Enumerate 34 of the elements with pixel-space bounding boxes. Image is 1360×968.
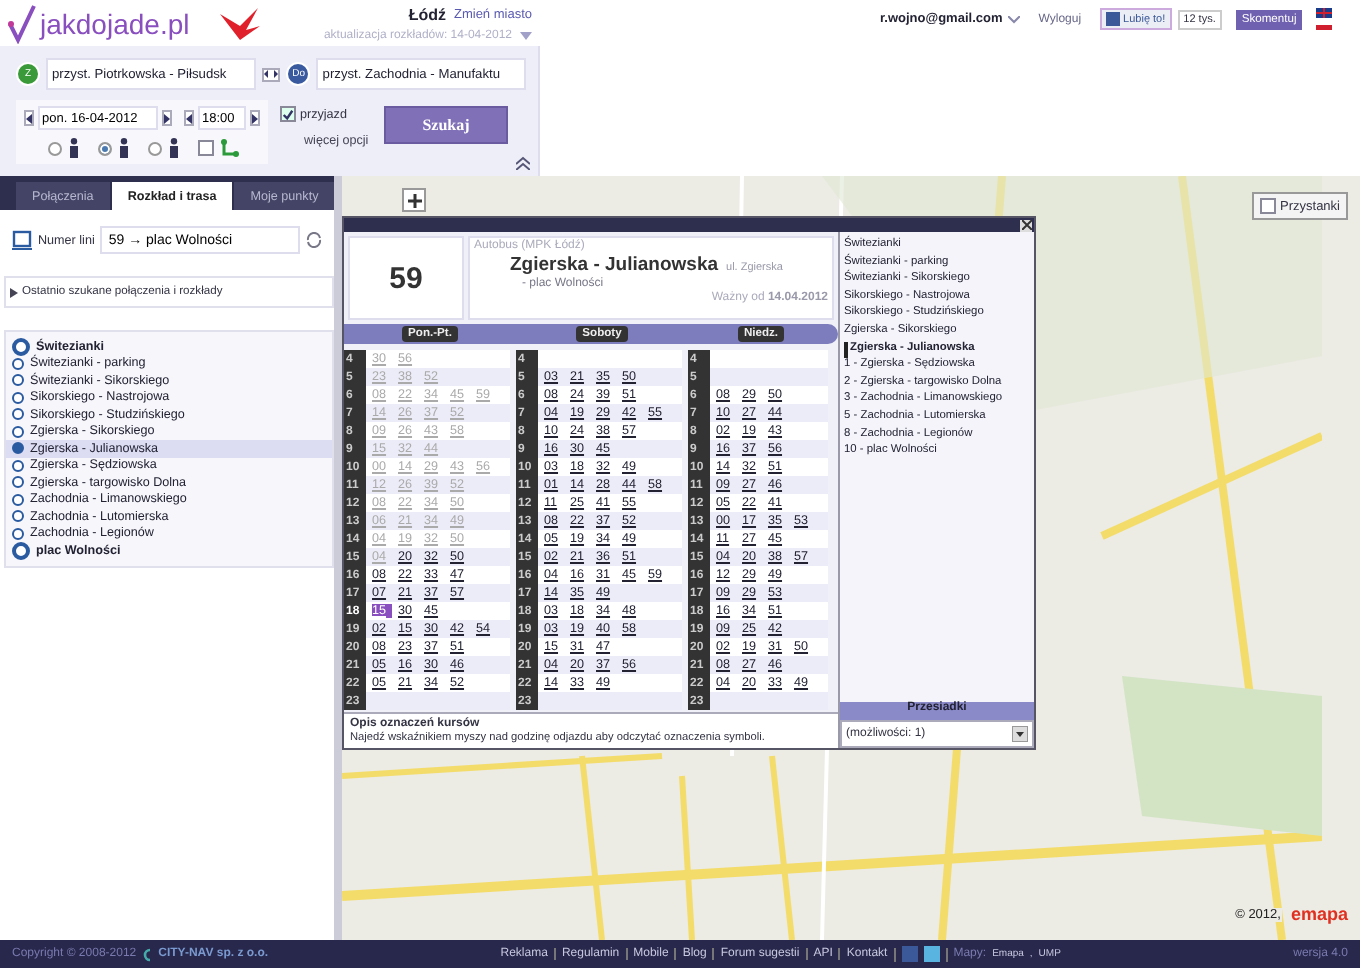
route-icon: [220, 138, 240, 158]
chevron-down-icon[interactable]: [1008, 15, 1021, 23]
stop-name: Zgierska - Julianowska: [510, 254, 719, 276]
bird-logo-icon: [217, 5, 262, 41]
city-name: Łódź: [408, 5, 446, 23]
arrival-checkbox[interactable]: [280, 106, 296, 122]
mode-radio[interactable]: [98, 141, 112, 155]
swap-button[interactable]: [261, 67, 281, 81]
facebook-icon: [1105, 12, 1120, 26]
zoom-in-button[interactable]: [402, 188, 426, 212]
company-logo-icon: [142, 947, 153, 961]
expand-triangle-icon: [10, 287, 18, 297]
next-day-button[interactable]: [162, 110, 172, 126]
logo-text[interactable]: jakdojade.pl: [40, 7, 190, 39]
person-icon: [168, 138, 180, 158]
dropdown-arrow-icon: [1012, 726, 1028, 742]
route-checkbox[interactable]: [198, 140, 214, 156]
mode-radio[interactable]: [48, 141, 62, 155]
previous-day-button[interactable]: [24, 110, 34, 126]
close-button[interactable]: [1020, 219, 1032, 231]
flag-icon[interactable]: [1316, 8, 1333, 18]
person-icon: [118, 138, 130, 158]
logo-check-icon: [8, 3, 36, 43]
twitter-icon[interactable]: [923, 946, 940, 962]
flag-icon[interactable]: [1316, 20, 1333, 30]
mode-radio[interactable]: [148, 141, 162, 155]
later-time-button[interactable]: [250, 110, 260, 126]
refresh-icon[interactable]: [306, 232, 323, 248]
collapse-icon[interactable]: [516, 156, 530, 170]
search-button[interactable]: Szukaj: [384, 106, 508, 144]
person-icon: [68, 138, 80, 158]
line-number: 59: [348, 236, 464, 320]
earlier-time-button[interactable]: [184, 110, 194, 126]
map-provider-logo: emapa: [1290, 904, 1348, 924]
